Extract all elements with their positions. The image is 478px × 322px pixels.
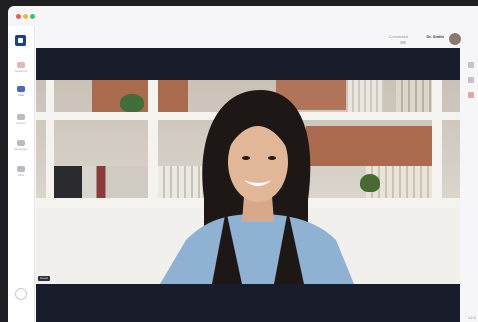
sidebar-item-label: Live bbox=[18, 93, 24, 97]
sidebar-item-label: Messages bbox=[14, 147, 28, 151]
sidebar-item-live[interactable]: Live bbox=[10, 84, 32, 106]
left-sidebar: Sessions Live Clients Messages Files bbox=[8, 26, 35, 322]
app-logo[interactable] bbox=[15, 35, 26, 46]
sidebar-item-sessions[interactable]: Sessions bbox=[10, 60, 32, 82]
minimize-window-button[interactable] bbox=[23, 14, 28, 19]
connection-status: Connected bbox=[388, 34, 408, 39]
app-window: Sessions Live Clients Messages Files Con… bbox=[8, 6, 478, 322]
participant-name-label: Guest bbox=[38, 276, 51, 281]
sidebar-item-clients[interactable]: Clients bbox=[10, 112, 32, 134]
sidebar-item-files[interactable]: Files bbox=[10, 164, 32, 186]
help-icon[interactable] bbox=[15, 288, 27, 300]
calendar-icon bbox=[17, 62, 25, 68]
leave-icon[interactable] bbox=[468, 92, 474, 98]
sidebar-item-label: Files bbox=[17, 173, 25, 177]
sidebar-item-messages[interactable]: Messages bbox=[10, 138, 32, 160]
close-window-button[interactable] bbox=[16, 14, 21, 19]
share-icon[interactable] bbox=[468, 77, 474, 83]
video-stage: Guest bbox=[36, 48, 460, 322]
version-label: v2.0 bbox=[468, 315, 476, 320]
right-toolbar bbox=[466, 62, 476, 107]
avatar[interactable] bbox=[448, 32, 462, 46]
chat-icon bbox=[17, 140, 25, 146]
participant-video[interactable] bbox=[36, 80, 460, 284]
status-badge bbox=[400, 41, 406, 44]
title-bar bbox=[8, 6, 478, 26]
header-bar: Connected Dr. Smith bbox=[344, 32, 464, 48]
zoom-window-button[interactable] bbox=[30, 14, 35, 19]
sidebar-item-label: Clients bbox=[16, 121, 26, 125]
participant-person bbox=[160, 90, 354, 284]
settings-icon[interactable] bbox=[468, 62, 474, 68]
document-icon bbox=[17, 166, 25, 172]
user-name[interactable]: Dr. Smith bbox=[426, 34, 444, 39]
sidebar-item-label: Sessions bbox=[14, 69, 28, 73]
video-icon bbox=[17, 86, 25, 92]
people-icon bbox=[17, 114, 25, 120]
